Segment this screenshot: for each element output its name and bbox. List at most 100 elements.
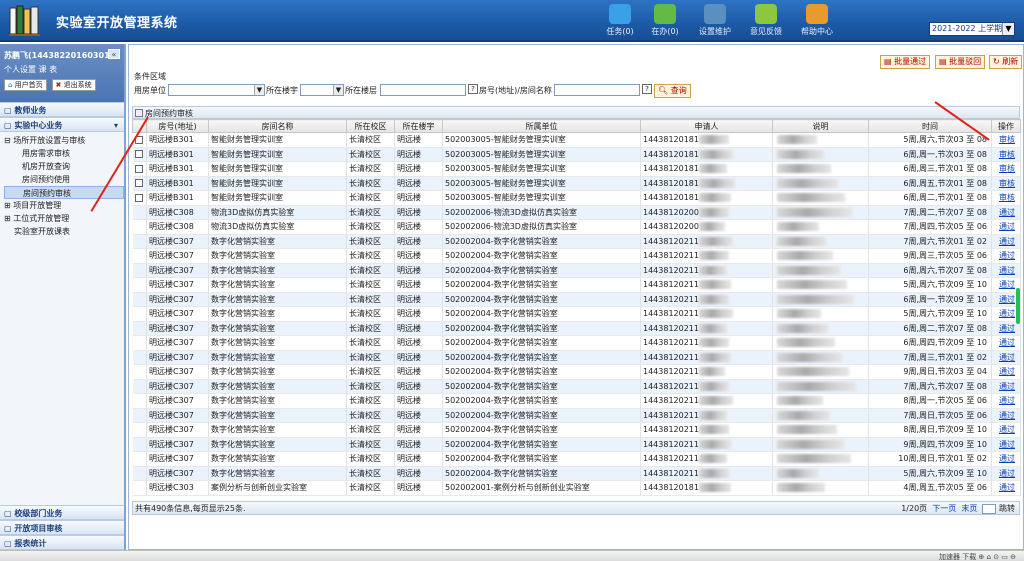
- review-action-link[interactable]: 通过: [991, 437, 1021, 452]
- cell-applicant: 14438120211: [640, 350, 773, 365]
- review-action-link[interactable]: 审核: [991, 190, 1021, 206]
- sidebar: 苏鹏飞(14438220160301) « 个人设置 课 表 ⌂ 用户首页 ✖ …: [0, 44, 126, 550]
- cell-campus: 长清校区: [346, 176, 395, 191]
- tree-item-workstation[interactable]: ⊞ 工位式开放管理: [4, 212, 124, 225]
- redacted-blur: [777, 454, 851, 464]
- search-button[interactable]: 🔍︎ 查询: [654, 84, 691, 98]
- row-checkbox[interactable]: [132, 147, 147, 162]
- term-select[interactable]: 2021-2022 上学期 ▼: [929, 22, 1015, 36]
- row-checkbox[interactable]: [132, 176, 147, 191]
- nav-tasks[interactable]: 任务(0): [595, 4, 645, 38]
- review-action-link[interactable]: 通过: [991, 466, 1021, 481]
- checkbox-icon[interactable]: [135, 193, 144, 202]
- applicant-id: 14438120211: [643, 454, 699, 464]
- review-action-link[interactable]: 审核: [991, 176, 1021, 191]
- review-action-link[interactable]: 通过: [991, 422, 1021, 438]
- tree-item-label: 用房需求审核: [22, 149, 70, 158]
- section-reports[interactable]: ▢ 报表统计: [0, 535, 124, 550]
- review-action-link[interactable]: 通过: [991, 364, 1021, 380]
- pen-icon: [654, 4, 676, 24]
- redacted-blur: [699, 280, 731, 290]
- cell-note: [772, 393, 869, 409]
- room-input[interactable]: [554, 84, 640, 96]
- redacted-blur: [699, 294, 729, 304]
- tree-item-venue-open[interactable]: ⊟ 场所开放设置与审核: [4, 134, 124, 147]
- user-links[interactable]: 个人设置 课 表: [4, 64, 120, 75]
- page-jump-input[interactable]: [982, 503, 997, 514]
- batch-reject-button[interactable]: ▤ 批量驳回: [935, 55, 986, 69]
- checkbox-icon[interactable]: [135, 164, 144, 173]
- section-teacher[interactable]: ▢ 教师业务: [0, 102, 124, 117]
- scrollbar-thumb[interactable]: [1016, 288, 1020, 324]
- review-action-link[interactable]: 审核: [991, 161, 1021, 177]
- nav-help[interactable]: 帮助中心: [792, 4, 842, 38]
- row-checkbox[interactable]: [132, 190, 147, 206]
- jump-button[interactable]: 跳转: [999, 504, 1015, 513]
- review-action-link[interactable]: 通过: [991, 234, 1021, 249]
- refresh-button[interactable]: ↻ 刷新: [989, 55, 1023, 69]
- grid-footer: 共有490条信息,每页显示25条. 1/20页 下一页 末页 跳转: [132, 501, 1020, 515]
- review-action-link[interactable]: 通过: [991, 350, 1021, 365]
- cell-room-name: 数字化营销实验室: [208, 451, 347, 467]
- last-page-link[interactable]: 末页: [961, 504, 977, 513]
- cell-time: 6周,周四,节次09 至 10: [868, 335, 992, 351]
- review-action-link[interactable]: 通过: [991, 451, 1021, 467]
- nav-settings[interactable]: 设置维护: [690, 4, 740, 38]
- cell-room: 明远楼C307: [146, 408, 209, 423]
- redacted-blur: [777, 135, 817, 145]
- unit-select[interactable]: ▼: [168, 84, 265, 96]
- batch-pass-button[interactable]: ▤ 批量通过: [880, 55, 931, 69]
- tree-item-room-demand[interactable]: 用房需求审核: [4, 147, 124, 160]
- cell-campus: 长清校区: [346, 292, 395, 307]
- table-row: 明远楼C307 数字化营销实验室 长清校区 明远楼 502002004-数字化营销实验室…: [132, 408, 1021, 423]
- cell-room-name: 数字化营销实验室: [208, 408, 347, 423]
- cell-room: 明远楼B301: [146, 132, 209, 148]
- row-checkbox: [132, 393, 147, 409]
- review-action-link[interactable]: 通过: [991, 480, 1021, 496]
- next-page-link[interactable]: 下一页: [932, 504, 956, 513]
- help-icon[interactable]: ?: [468, 84, 478, 94]
- review-action-link[interactable]: 通过: [991, 263, 1021, 278]
- review-action-link[interactable]: 审核: [991, 132, 1021, 148]
- logout-button[interactable]: ✖ 退出系统: [51, 79, 96, 91]
- row-checkbox[interactable]: [132, 161, 147, 177]
- tree-item-project-open[interactable]: ⊞ 项目开放管理: [4, 199, 124, 212]
- review-action-link[interactable]: 通过: [991, 379, 1021, 394]
- cell-room: 明远楼C307: [146, 350, 209, 365]
- collapse-sidebar-icon[interactable]: «: [108, 49, 120, 59]
- review-action-link[interactable]: 通过: [991, 205, 1021, 220]
- cell-unit: 502002004-数字化营销实验室: [442, 248, 641, 264]
- app-header: 实验室开放管理系统 任务(0) 在办(0) 设置维护 意见反馈 帮助中心 202…: [0, 0, 1024, 42]
- cell-campus: 长清校区: [346, 263, 395, 278]
- redacted-blur: [699, 236, 733, 246]
- cell-unit: 502002004-数字化营销实验室: [442, 422, 641, 438]
- review-action-link[interactable]: 通过: [991, 219, 1021, 235]
- review-action-link[interactable]: 通过: [991, 408, 1021, 423]
- user-home-button[interactable]: ⌂ 用户首页: [4, 79, 47, 91]
- page-indicator: 1/20页: [901, 504, 928, 513]
- table-row: 明远楼C307 数字化营销实验室 长清校区 明远楼 502002004-数字化营销实验室…: [132, 451, 1021, 467]
- checkbox-icon[interactable]: [135, 179, 144, 188]
- nav-feedback[interactable]: 意见反馈: [741, 4, 791, 38]
- redacted-blur: [777, 410, 830, 420]
- review-action-link[interactable]: 审核: [991, 147, 1021, 162]
- review-action-link[interactable]: 通过: [991, 248, 1021, 264]
- floor-input[interactable]: [380, 84, 466, 96]
- review-action-link[interactable]: 通过: [991, 335, 1021, 351]
- section-lab-center[interactable]: ▢ 实验中心业务 ▾: [0, 117, 124, 132]
- tree-item-lab-query[interactable]: 机房开放查询: [4, 160, 124, 173]
- cell-campus: 长清校区: [346, 437, 395, 452]
- help-icon[interactable]: ?: [642, 84, 652, 94]
- checkbox-icon[interactable]: [135, 150, 144, 159]
- cell-campus: 长清校区: [346, 408, 395, 423]
- section-open-project[interactable]: ▢ 开放项目审核: [0, 520, 124, 535]
- review-action-link[interactable]: 通过: [991, 393, 1021, 409]
- building-select[interactable]: ▼: [300, 84, 344, 96]
- applicant-id: 14438120211: [643, 280, 699, 290]
- tree-item-lab-schedule[interactable]: 实验室开放课表: [4, 225, 124, 238]
- cell-building: 明远楼: [394, 277, 443, 293]
- section-school-dept[interactable]: ▢ 校级部门业务: [0, 505, 124, 520]
- cell-note: [772, 335, 869, 351]
- applicant-id: 14438120211: [643, 367, 699, 377]
- nav-in-progress[interactable]: 在办(0): [640, 4, 690, 38]
